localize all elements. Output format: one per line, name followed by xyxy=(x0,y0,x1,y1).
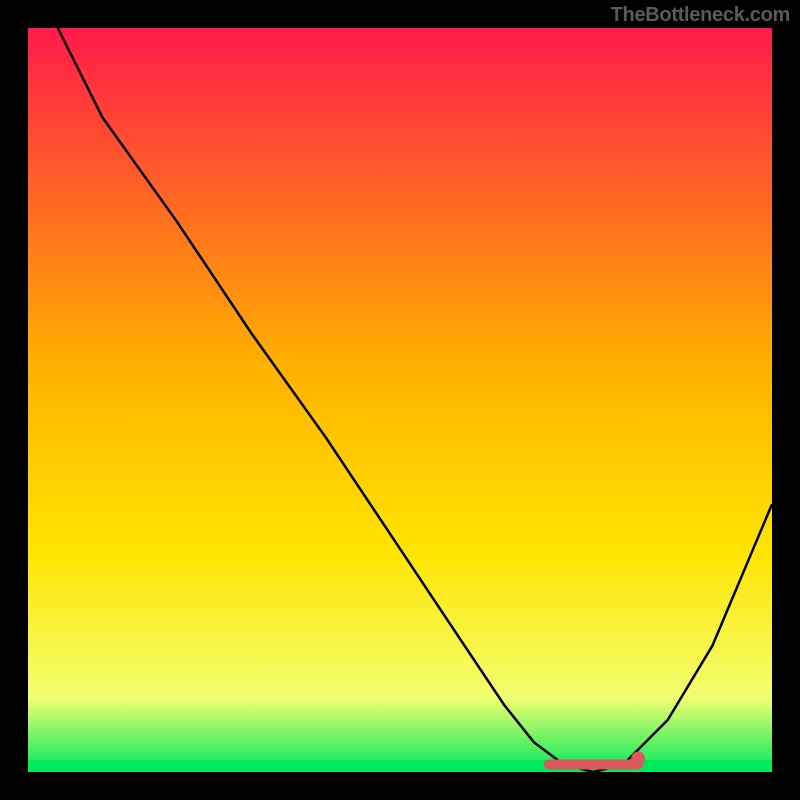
chart-svg xyxy=(0,0,800,800)
bottleneck-chart: TheBottleneck.com xyxy=(0,0,800,800)
optimal-point-marker xyxy=(631,752,645,766)
watermark-text: TheBottleneck.com xyxy=(611,4,790,27)
plot-area xyxy=(28,28,772,772)
green-band xyxy=(28,760,772,772)
